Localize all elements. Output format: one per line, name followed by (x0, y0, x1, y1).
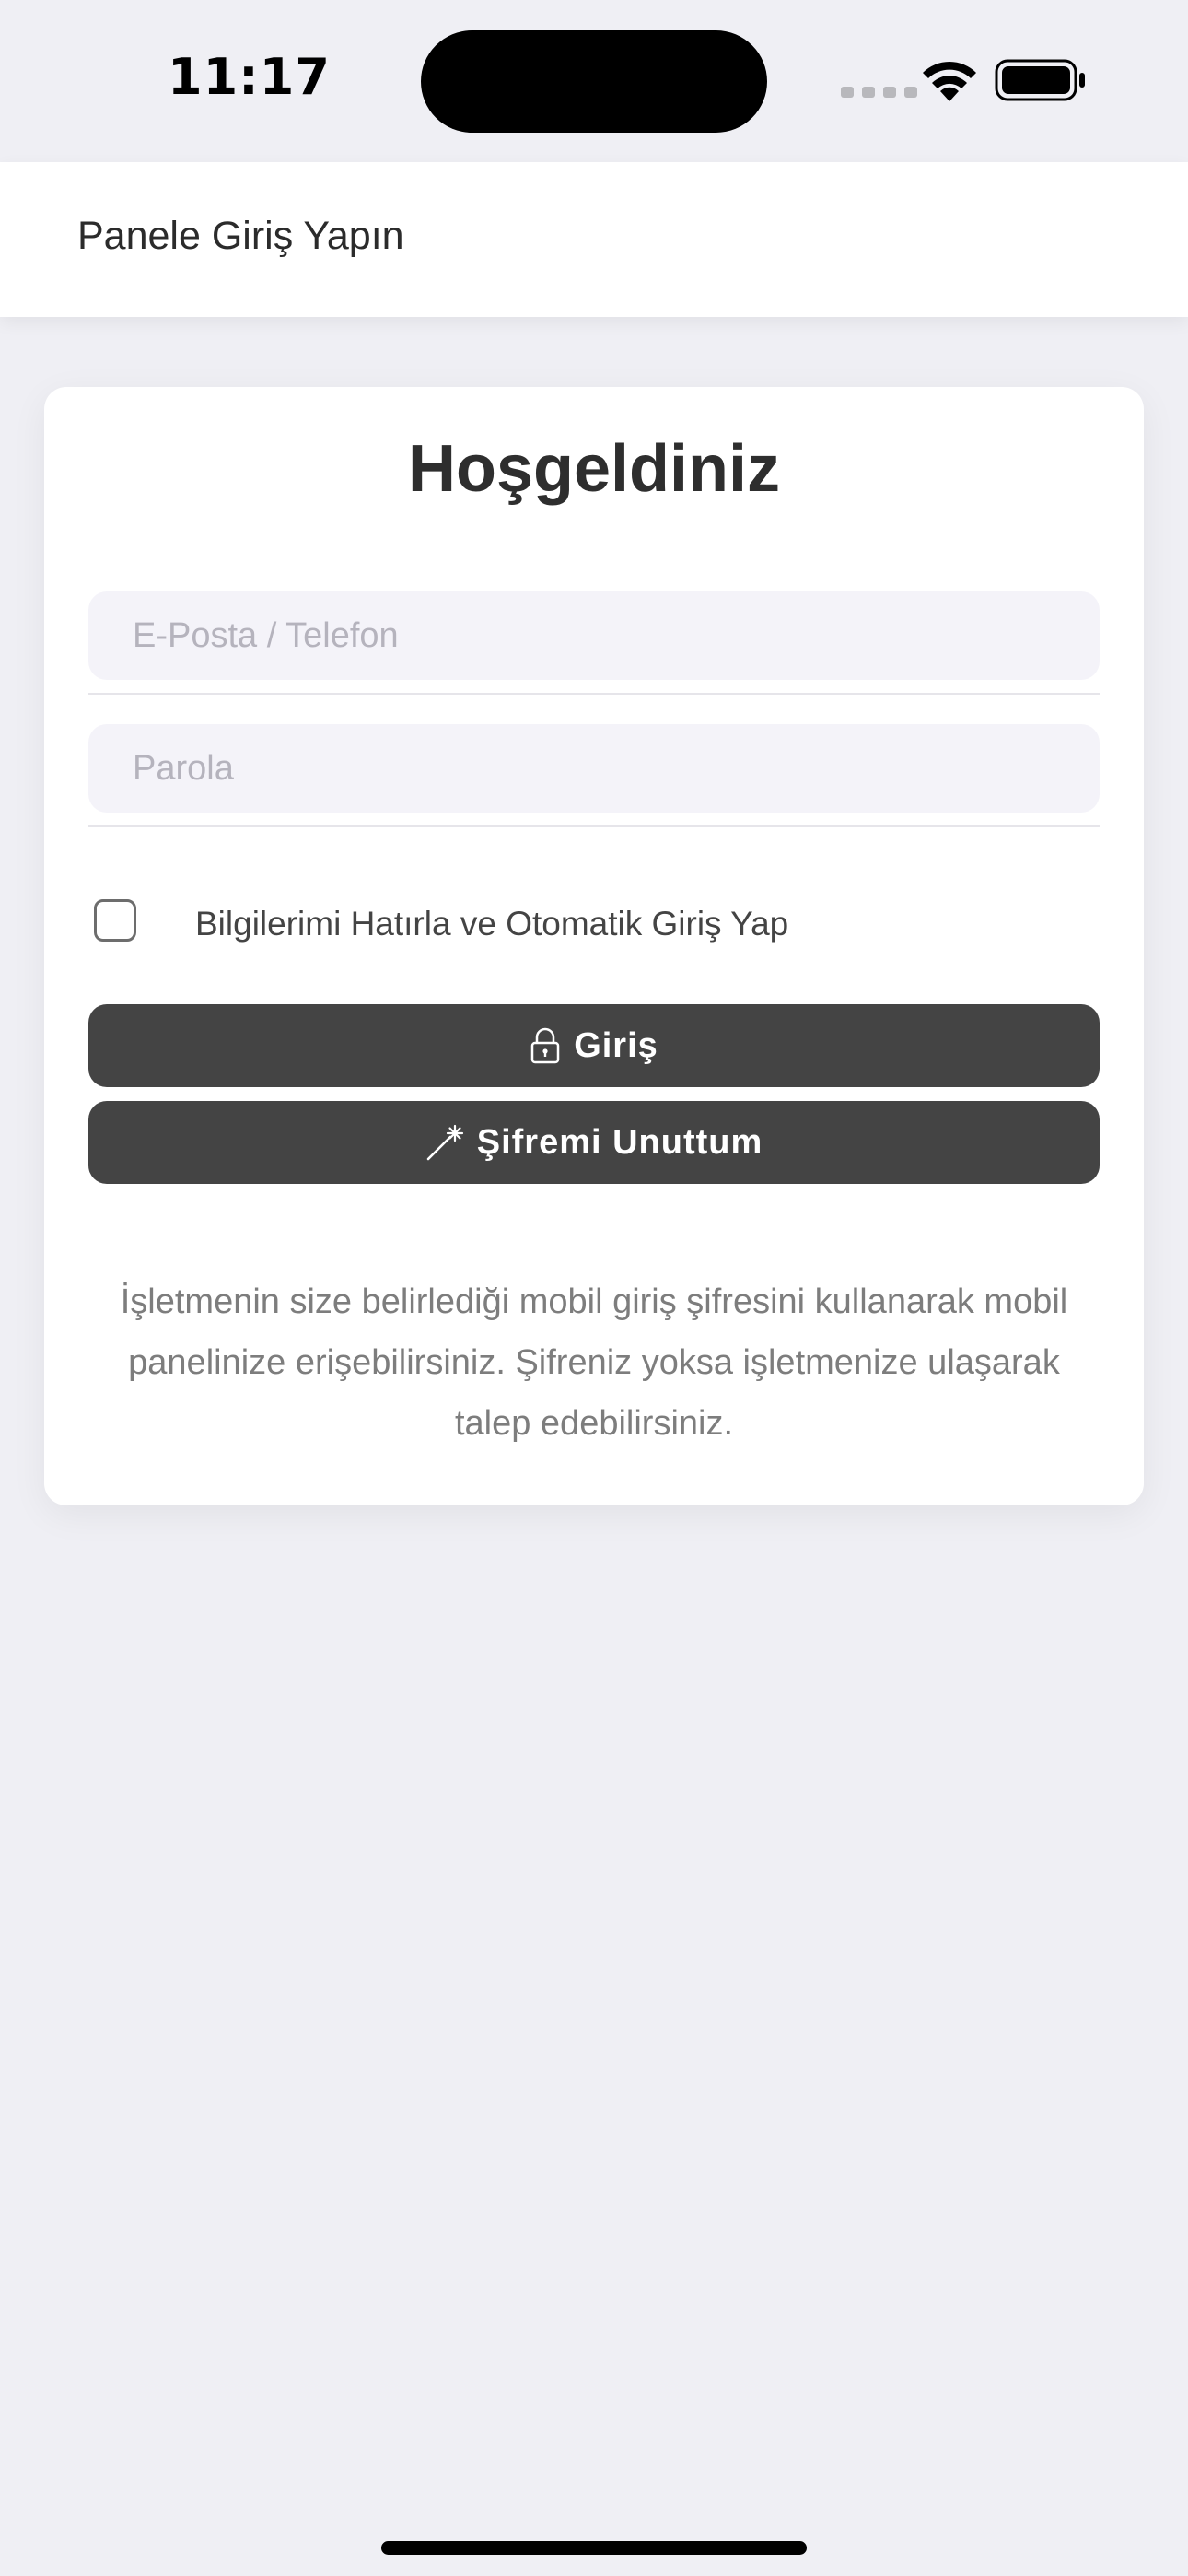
dynamic-island (421, 30, 767, 133)
forgot-password-label: Şifremi Unuttum (476, 1122, 763, 1162)
login-button-label: Giriş (574, 1025, 658, 1065)
status-time: 11:17 (168, 48, 331, 106)
wifi-icon (923, 61, 976, 101)
battery-icon (995, 59, 1085, 101)
email-field-underline (88, 693, 1100, 695)
magic-wand-icon (426, 1124, 463, 1161)
forgot-password-button[interactable]: Şifremi Unuttum (88, 1101, 1100, 1184)
login-screen: 11:17 Panele Giriş Yapın Hoşgeldiniz Bil… (0, 0, 1188, 2576)
cellular-signal-icon (841, 87, 917, 98)
password-field-underline (88, 825, 1100, 827)
status-bar: 11:17 (0, 0, 1188, 162)
nav-bar: Panele Giriş Yapın (0, 162, 1188, 317)
login-button[interactable]: Giriş (88, 1004, 1100, 1087)
remember-checkbox[interactable] (94, 899, 136, 942)
home-indicator[interactable] (381, 2541, 807, 2555)
lock-icon (530, 1027, 560, 1064)
remember-label[interactable]: Bilgilerimi Hatırla ve Otomatik Giriş Ya… (195, 905, 788, 943)
page-title: Panele Giriş Yapın (77, 214, 404, 258)
welcome-heading: Hoşgeldiniz (407, 432, 780, 506)
login-card: Hoşgeldiniz Bilgilerimi Hatırla ve Otoma… (44, 387, 1144, 1505)
email-field[interactable] (88, 591, 1100, 680)
info-text: İşletmenin size belirlediği mobil giriş … (120, 1282, 1068, 1443)
password-field[interactable] (88, 724, 1100, 813)
